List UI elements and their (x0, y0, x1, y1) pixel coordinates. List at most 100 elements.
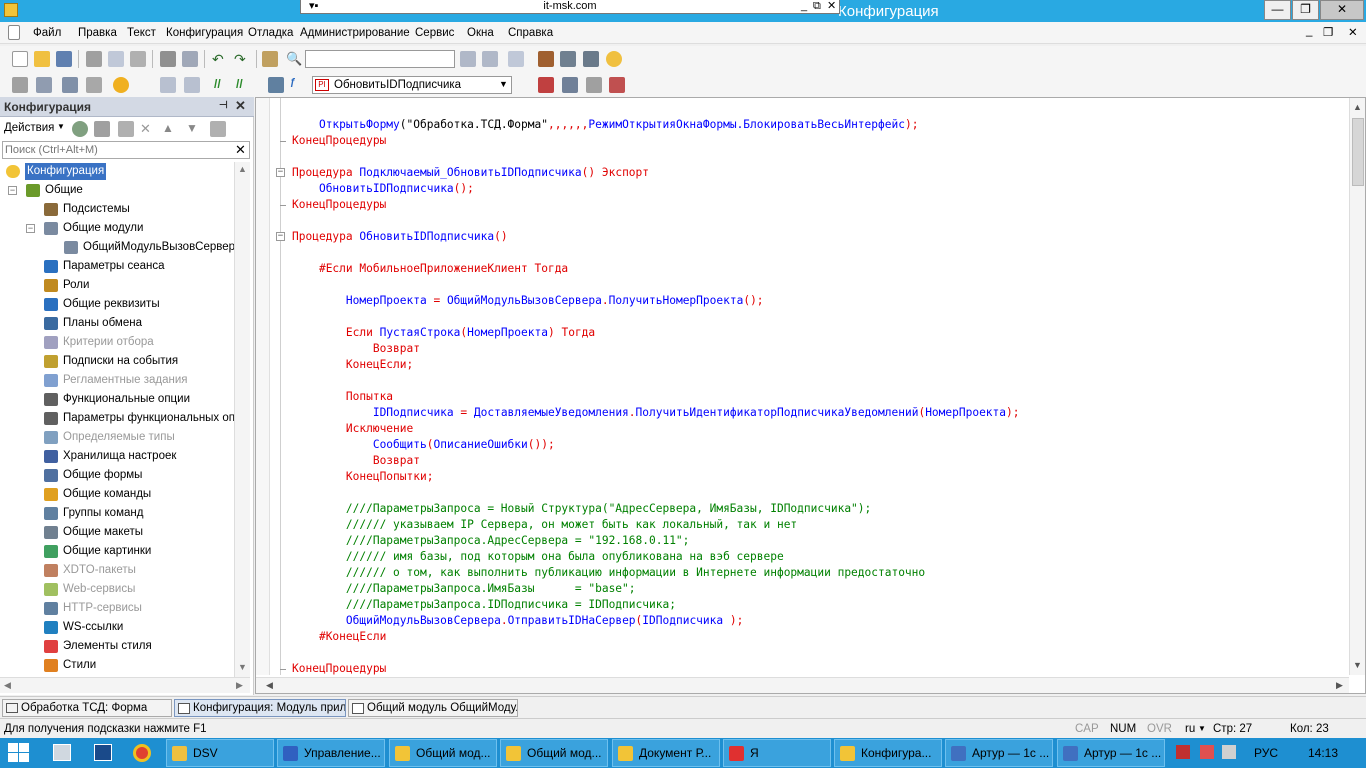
fold-toggle-icon[interactable]: − (276, 168, 285, 177)
tree-item[interactable]: Определяемые типы (0, 428, 234, 447)
code-line[interactable]: Если ПустаяСтрока(НомерПроекта) Тогда (292, 325, 595, 341)
code-line[interactable]: Возврат (292, 453, 420, 469)
tray-language[interactable]: РУС (1254, 746, 1278, 760)
server-manager-icon[interactable] (53, 744, 71, 761)
tray-volume-icon[interactable] (1222, 745, 1236, 759)
tray-flag-icon[interactable] (1200, 745, 1214, 759)
code-line[interactable]: НомерПроекта = ОбщийМодульВызовСервера.П… (292, 293, 764, 309)
tray-network-icon[interactable] (1176, 745, 1190, 759)
tree-item[interactable]: WS-ссылки (0, 618, 234, 637)
print-preview-icon[interactable] (182, 51, 198, 67)
tree-item[interactable]: Элементы стиля (0, 637, 234, 656)
maximize-button[interactable]: ❐ (1292, 0, 1319, 20)
menu-administration[interactable]: Администрирование (300, 27, 410, 39)
code-line[interactable]: Возврат (292, 341, 420, 357)
code-line[interactable]: #КонецЕсли (292, 629, 386, 645)
editor-vscrollbar[interactable]: ▲ ▼ (1349, 98, 1365, 675)
tree-item[interactable]: − Общие модули (0, 219, 234, 238)
template-icon[interactable] (583, 51, 599, 67)
menu-help[interactable]: Справка (508, 27, 553, 39)
code-line[interactable]: Сообщить(ОписаниеОшибки()); (292, 437, 555, 453)
code-line[interactable]: ОбновитьIDПодписчика(); (292, 181, 474, 197)
info-icon[interactable] (606, 51, 622, 67)
code-line[interactable]: КонецПроцедуры (292, 197, 386, 213)
tree-item[interactable]: Параметры функциональных опций (0, 409, 234, 428)
tree-item[interactable]: Параметры сеанса (0, 257, 234, 276)
panel-close-icon[interactable]: ✕ (235, 98, 246, 114)
tree-search[interactable]: ✕ (2, 141, 250, 159)
mdi-minimize-icon[interactable]: _ (1306, 25, 1312, 37)
code-line[interactable]: ////ПараметрыЗапроса.IDПодписчика = IDПо… (292, 597, 676, 613)
tree-item[interactable]: Функциональные опции (0, 390, 234, 409)
chevron-down-icon[interactable]: ▼ (499, 79, 508, 89)
menu-windows[interactable]: Окна (467, 27, 494, 39)
mdi-restore-icon[interactable]: ❐ (1323, 25, 1333, 39)
tree-item[interactable]: Общие команды (0, 485, 234, 504)
rdp-minimize-icon[interactable]: _ (801, 0, 807, 13)
actions-chevron-icon[interactable]: ▼ (57, 122, 65, 131)
open-icon[interactable] (34, 51, 50, 67)
clear-bookmarks-icon[interactable] (609, 77, 625, 93)
code-line[interactable]: ////// указываем IP Сервера, он может бы… (292, 517, 797, 533)
editor-hscrollbar[interactable]: ◀ ▶ (256, 677, 1349, 693)
tree-item[interactable]: Подсистемы (0, 200, 234, 219)
run-debug-icon[interactable] (113, 77, 129, 93)
bookmark-icon[interactable] (538, 77, 554, 93)
prev-bookmark-icon[interactable] (586, 77, 602, 93)
code-line[interactable]: ////ПараметрыЗапроса.ИмяБазы = "base"; (292, 581, 636, 597)
code-area[interactable]: ОткрытьФорму("Обработка.ТСД.Форма",,,,,,… (256, 98, 1349, 675)
code-line[interactable]: ////ПараметрыЗапроса.АдресСервера = "192… (292, 533, 690, 549)
goto-icon[interactable] (268, 77, 284, 93)
tree-item[interactable]: Конфигурация (0, 162, 234, 181)
tree-item[interactable]: ОбщийМодульВызовСервера (0, 238, 234, 257)
taskbar-item[interactable]: Управление... (277, 739, 385, 767)
code-line[interactable]: ////ПараметрыЗапроса = Новый Структура("… (292, 501, 871, 517)
code-line[interactable]: IDПодписчика = ДоставляемыеУведомления.П… (292, 405, 1020, 421)
paste-icon[interactable] (130, 51, 146, 67)
tab-common-module[interactable]: Общий модуль ОбщийМоду... (348, 699, 518, 717)
language-indicator[interactable]: ru (1185, 721, 1195, 737)
tree-search-input[interactable] (5, 143, 230, 157)
taskbar-item[interactable]: Конфигура... (834, 739, 942, 767)
add-icon[interactable] (72, 121, 88, 137)
tab-app-module[interactable]: Конфигурация: Модуль прил... (174, 699, 346, 717)
tree-item[interactable]: Регламентные задания (0, 371, 234, 390)
chrome-icon[interactable] (133, 744, 151, 762)
tree-item[interactable]: Общие картинки (0, 542, 234, 561)
rdp-restore-icon[interactable]: ⧉ (813, 0, 821, 13)
config-db-icon[interactable] (12, 77, 28, 93)
code-editor[interactable]: ОткрытьФорму("Обработка.ТСД.Форма",,,,,,… (255, 97, 1366, 694)
chevron-down-icon[interactable]: ▼ (1198, 721, 1206, 737)
taskbar-item[interactable]: Общий мод... (389, 739, 497, 767)
copy-icon[interactable] (108, 51, 124, 67)
menu-service[interactable]: Сервис (415, 27, 454, 39)
code-line[interactable]: #Если МобильноеПриложениеКлиент Тогда (292, 261, 568, 277)
tree-hscrollbar[interactable]: ◀ ▶ (0, 677, 250, 693)
rdp-pin-icon[interactable]: ▾▪ (309, 0, 318, 13)
taskbar-item[interactable]: Документ Р... (612, 739, 720, 767)
code-line[interactable]: КонецПроцедуры (292, 661, 386, 675)
document-icon[interactable] (8, 25, 20, 40)
find-in-tree-icon[interactable] (262, 51, 278, 67)
search-combo[interactable] (305, 50, 455, 68)
menu-file[interactable]: Файл (33, 27, 61, 39)
clear-search-icon[interactable]: ✕ (235, 142, 246, 158)
module-props-icon[interactable] (184, 77, 200, 93)
module-list-icon[interactable] (160, 77, 176, 93)
comment-icon[interactable]: // (214, 77, 230, 93)
code-line[interactable]: КонецПроцедуры (292, 133, 386, 149)
tree-item[interactable]: Хранилища настроек (0, 447, 234, 466)
code-line[interactable]: ////// имя базы, под которым она была оп… (292, 549, 784, 565)
code-line[interactable]: ОткрытьФорму("Обработка.ТСД.Форма",,,,,,… (292, 117, 919, 133)
tree-item[interactable]: XDTO-пакеты (0, 561, 234, 580)
taskbar-item[interactable]: Общий мод... (500, 739, 608, 767)
tree-item[interactable]: Подписки на события (0, 352, 234, 371)
tree-item[interactable]: Критерии отбора (0, 333, 234, 352)
code-line[interactable]: ////// о том, как выполнить публикацию и… (292, 565, 925, 581)
tree-item[interactable]: Роли (0, 276, 234, 295)
tools-icon[interactable] (560, 51, 576, 67)
tree-item[interactable]: − Общие (0, 181, 234, 200)
close-button[interactable]: ✕ (1320, 0, 1364, 20)
uncomment-icon[interactable]: // (236, 77, 252, 93)
database-icon[interactable] (62, 77, 78, 93)
